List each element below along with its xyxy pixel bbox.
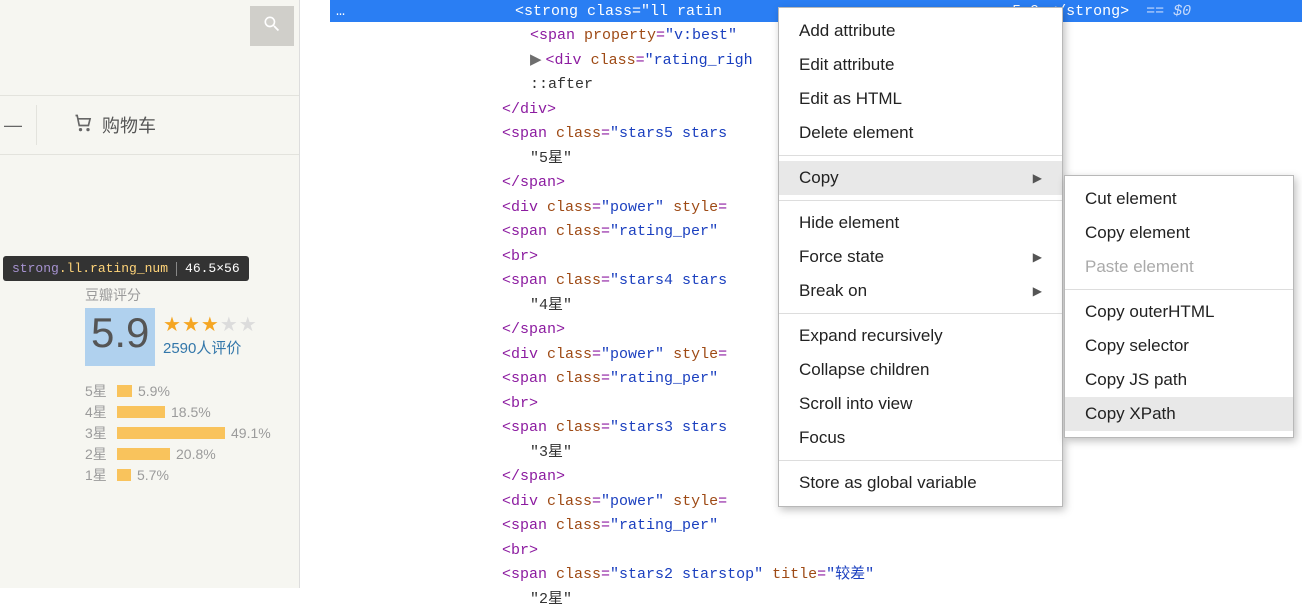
menu-separator [779, 155, 1062, 156]
menu-item-hide-element[interactable]: Hide element [779, 206, 1062, 240]
rating-row: 5星 5.9% [85, 380, 295, 401]
chevron-right-icon: ▶ [1033, 171, 1042, 185]
chevron-right-icon: ▶ [1033, 284, 1042, 298]
submenu-item-copy-js-path[interactable]: Copy JS path [1065, 363, 1293, 397]
rating-row-pct: 5.7% [137, 467, 169, 483]
submenu-item-cut-element[interactable]: Cut element [1065, 182, 1293, 216]
rating-main: 5.9 ★★★★★ 2590人评价 [85, 308, 295, 366]
menu-item-delete-element[interactable]: Delete element [779, 116, 1062, 150]
dom-line[interactable]: <span class="rating_per" [330, 514, 1302, 539]
rating-row-label: 5星 [85, 381, 117, 401]
menu-separator [779, 200, 1062, 201]
cart-row: — 购物车 [0, 95, 299, 155]
rating-bar [117, 385, 132, 397]
rating-row-label: 3星 [85, 423, 117, 443]
rating-right: ★★★★★ 2590人评价 [163, 312, 258, 358]
tooltip-dimensions: 46.5×56 [185, 261, 240, 276]
chevron-right-icon: ▶ [1033, 250, 1042, 264]
rating-row-pct: 5.9% [138, 383, 170, 399]
rating-row: 1星 5.7% [85, 464, 295, 485]
rating-row-pct: 20.8% [176, 446, 216, 462]
rating-bar [117, 427, 225, 439]
menu-item-edit-as-html[interactable]: Edit as HTML [779, 82, 1062, 116]
tooltip-tag: strong [12, 261, 59, 276]
cart-icon [72, 113, 94, 138]
star-full-icon: ★ [163, 314, 182, 336]
submenu-item-copy-selector[interactable]: Copy selector [1065, 329, 1293, 363]
star-rating: ★★★★★ [163, 312, 258, 337]
rating-row-pct: 49.1% [231, 425, 271, 441]
rating-row-pct: 18.5% [171, 404, 211, 420]
menu-item-scroll-into-view[interactable]: Scroll into view [779, 387, 1062, 421]
context-menu[interactable]: Add attributeEdit attributeEdit as HTMLD… [778, 7, 1063, 507]
rating-block: 豆瓣评分 5.9 ★★★★★ 2590人评价 5星5.9%4星18.5%3星49… [85, 285, 295, 485]
rating-row-label: 2星 [85, 444, 117, 464]
rating-title: 豆瓣评分 [85, 285, 295, 305]
submenu-item-copy-xpath[interactable]: Copy XPath [1065, 397, 1293, 431]
rating-num-highlighted[interactable]: 5.9 [85, 308, 155, 366]
menu-separator [779, 313, 1062, 314]
menu-item-store-as-global-variable[interactable]: Store as global variable [779, 466, 1062, 500]
rating-bar [117, 448, 170, 460]
rating-bar [117, 469, 131, 481]
menu-separator [779, 460, 1062, 461]
ellipsis-icon: … [336, 3, 345, 20]
rating-row: 3星 49.1% [85, 422, 295, 443]
search-icon [262, 14, 282, 39]
star-empty-icon: ★ [239, 314, 258, 336]
menu-item-copy[interactable]: Copy▶ [779, 161, 1062, 195]
element-inspect-tooltip: strong.ll.rating_num 46.5×56 [3, 256, 249, 281]
menu-item-edit-attribute[interactable]: Edit attribute [779, 48, 1062, 82]
rating-count-link[interactable]: 2590人评价 [163, 340, 241, 357]
star-empty-icon: ★ [220, 314, 239, 336]
webpage-panel: — 购物车 豆瓣评分 5.9 ★★★★★ 2590人评价 5星5.9%4星18.… [0, 0, 300, 588]
dom-line[interactable]: <span class="stars2 starstop" title="较差" [330, 563, 1302, 588]
cart-link[interactable]: 购物车 [102, 112, 156, 138]
nav-text-left: — [4, 115, 22, 136]
rating-row-label: 4星 [85, 402, 117, 422]
menu-item-add-attribute[interactable]: Add attribute [779, 14, 1062, 48]
star-full-icon: ★ [201, 314, 220, 336]
search-button[interactable] [250, 6, 294, 46]
dom-line[interactable]: "2星" [330, 588, 1302, 612]
rating-distribution: 5星 5.9% 4星 18.5% 3星 49.1% 2星 20.8% 1星 5.7% [85, 380, 295, 485]
rating-row: 4星 18.5% [85, 401, 295, 422]
menu-item-focus[interactable]: Focus [779, 421, 1062, 455]
submenu-item-copy-element[interactable]: Copy element [1065, 216, 1293, 250]
menu-item-expand-recursively[interactable]: Expand recursively [779, 319, 1062, 353]
copy-submenu[interactable]: Cut elementCopy elementPaste element Copy… [1064, 175, 1294, 438]
separator [36, 105, 37, 145]
star-full-icon: ★ [182, 314, 201, 336]
rating-bar [117, 406, 165, 418]
dom-line[interactable]: <br> [330, 539, 1302, 564]
menu-item-force-state[interactable]: Force state▶ [779, 240, 1062, 274]
menu-item-collapse-children[interactable]: Collapse children [779, 353, 1062, 387]
submenu-item-paste-element: Paste element [1065, 250, 1293, 284]
rating-row-label: 1星 [85, 465, 117, 485]
tooltip-classes: .ll.rating_num [59, 261, 168, 276]
submenu-item-copy-outerhtml[interactable]: Copy outerHTML [1065, 295, 1293, 329]
menu-item-break-on[interactable]: Break on▶ [779, 274, 1062, 308]
rating-row: 2星 20.8% [85, 443, 295, 464]
menu-separator [1065, 289, 1293, 290]
